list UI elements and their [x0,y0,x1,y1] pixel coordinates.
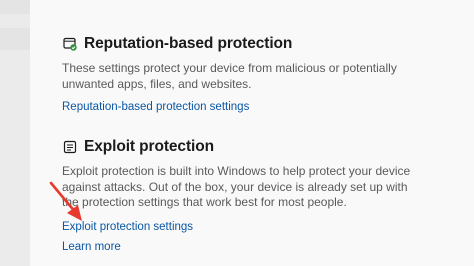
nav-item-placeholder [0,0,30,14]
nav-item-placeholder [0,28,30,50]
annotation-arrow-icon [49,181,82,221]
reputation-section: Reputation-based protection These settin… [62,33,462,113]
exploit-section: Exploit protection Exploit protection is… [62,136,462,253]
reputation-description: These settings protect your device from … [62,61,397,91]
reputation-header: Reputation-based protection [62,33,462,55]
settings-content-pane: Reputation-based protection These settin… [30,0,474,266]
exploit-description: Exploit protection is built into Windows… [62,164,411,209]
nav-pane-strip [0,0,30,266]
exploit-protection-icon [62,139,78,155]
reputation-title: Reputation-based protection [84,35,293,52]
learn-more-link[interactable]: Learn more [62,241,462,253]
exploit-settings-link[interactable]: Exploit protection settings [62,221,462,233]
exploit-header: Exploit protection [62,136,462,158]
reputation-settings-link[interactable]: Reputation-based protection settings [62,101,462,113]
app-browser-control-icon [62,36,78,52]
exploit-title: Exploit protection [84,138,214,155]
